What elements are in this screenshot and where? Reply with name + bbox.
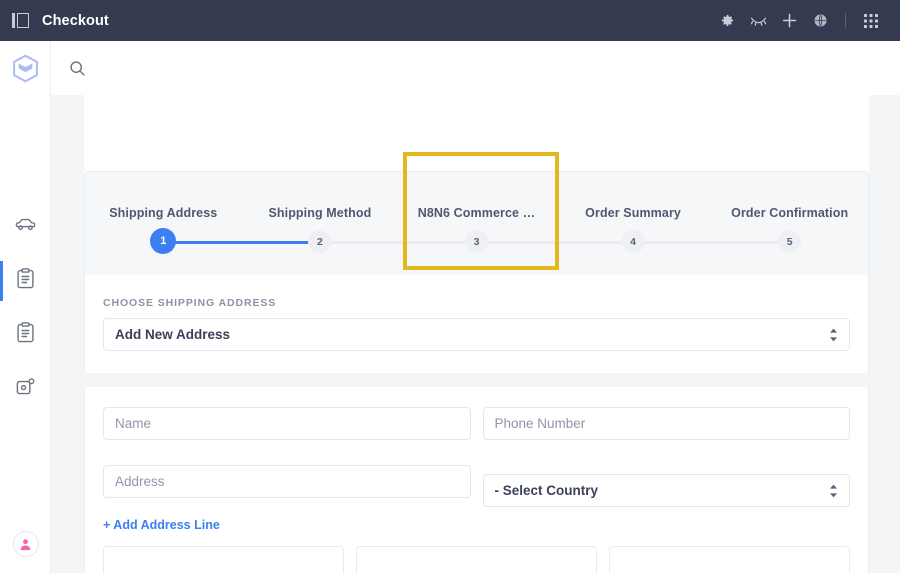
- step-number: 3: [464, 230, 488, 253]
- zip-input[interactable]: [609, 546, 850, 573]
- globe-icon[interactable]: [805, 0, 836, 41]
- state-input[interactable]: [356, 546, 597, 573]
- form-row-contact: Name Phone Number: [103, 407, 850, 440]
- page-body: Shipping Address 1 Shipping Method 2 N8N…: [51, 95, 900, 573]
- step-connector: [319, 240, 477, 244]
- step-connector: [163, 240, 320, 244]
- step-shipping-method[interactable]: Shipping Method 2: [242, 172, 477, 275]
- chevron-updown-icon: [829, 328, 838, 342]
- sidebar-item-bag[interactable]: [0, 362, 50, 416]
- page-title: Checkout: [42, 12, 109, 29]
- step-label: Shipping Method: [268, 206, 372, 220]
- country-select[interactable]: - Select Country: [482, 474, 850, 507]
- bag-plus-icon: [15, 377, 35, 402]
- step-order-summary[interactable]: Order Summary 4: [555, 172, 790, 275]
- step-connector: [476, 240, 634, 244]
- search-icon[interactable]: [69, 60, 86, 77]
- step-order-confirmation[interactable]: Order Confirmation 5: [711, 172, 868, 275]
- form-row-city-state-zip: [103, 546, 850, 573]
- step-label: Shipping Address: [109, 206, 218, 220]
- checkout-stepper: Shipping Address 1 Shipping Method 2 N8N…: [84, 152, 869, 275]
- new-address-form: Name Phone Number Address - Select Count…: [84, 387, 869, 573]
- phone-input[interactable]: Phone Number: [482, 407, 850, 440]
- gear-icon[interactable]: [712, 0, 743, 41]
- plus-icon[interactable]: [774, 0, 805, 41]
- chevron-updown-icon: [829, 484, 838, 498]
- country-value: - Select Country: [494, 483, 599, 498]
- step-n8n6-commerce[interactable]: N8N6 Commerce … 3: [398, 172, 634, 275]
- top-navbar: Checkout: [0, 0, 900, 41]
- section-divider: [84, 373, 869, 387]
- cube-logo[interactable]: [0, 41, 50, 95]
- shipping-address-value: Add New Address: [115, 327, 231, 342]
- toggle-sidebar-icon[interactable]: [12, 12, 29, 29]
- step-number: 4: [621, 230, 645, 253]
- shipping-address-select[interactable]: Add New Address: [103, 318, 850, 351]
- toolbar-divider: [845, 13, 846, 28]
- step-connector: [633, 240, 790, 244]
- form-row-address: Address - Select Country: [103, 465, 850, 507]
- sidebar-item-inventory[interactable]: [0, 308, 50, 362]
- user-avatar-icon: [12, 531, 39, 557]
- choose-address-label: CHOOSE SHIPPING ADDRESS: [103, 297, 277, 309]
- sidebar-item-vehicles[interactable]: [0, 200, 50, 254]
- clipboard-list-icon: [16, 268, 35, 294]
- grid-apps-icon[interactable]: [855, 0, 886, 41]
- step-label: Order Summary: [585, 206, 681, 220]
- eye-closed-icon[interactable]: [743, 0, 774, 41]
- step-label: Order Confirmation: [731, 206, 849, 220]
- car-icon: [15, 216, 36, 238]
- step-number: 5: [778, 230, 802, 253]
- checkout-content: Shipping Address 1 Shipping Method 2 N8N…: [84, 95, 869, 573]
- add-address-line-link[interactable]: + Add Address Line: [103, 518, 850, 532]
- sidebar-item-orders[interactable]: [0, 254, 50, 308]
- step-number: 2: [308, 230, 332, 253]
- city-input[interactable]: [103, 546, 344, 573]
- user-avatar[interactable]: [0, 523, 51, 565]
- step-number: 1: [150, 228, 177, 254]
- step-label: N8N6 Commerce …: [417, 206, 536, 220]
- choose-address-section: CHOOSE SHIPPING ADDRESS Add New Address: [84, 275, 869, 373]
- name-input[interactable]: Name: [103, 407, 471, 440]
- address-input[interactable]: Address: [103, 465, 471, 498]
- left-sidebar: [0, 41, 51, 573]
- clipboard-list-icon: [16, 322, 35, 348]
- step-shipping-address[interactable]: Shipping Address 1: [85, 172, 320, 275]
- header-toolbar: [51, 41, 900, 95]
